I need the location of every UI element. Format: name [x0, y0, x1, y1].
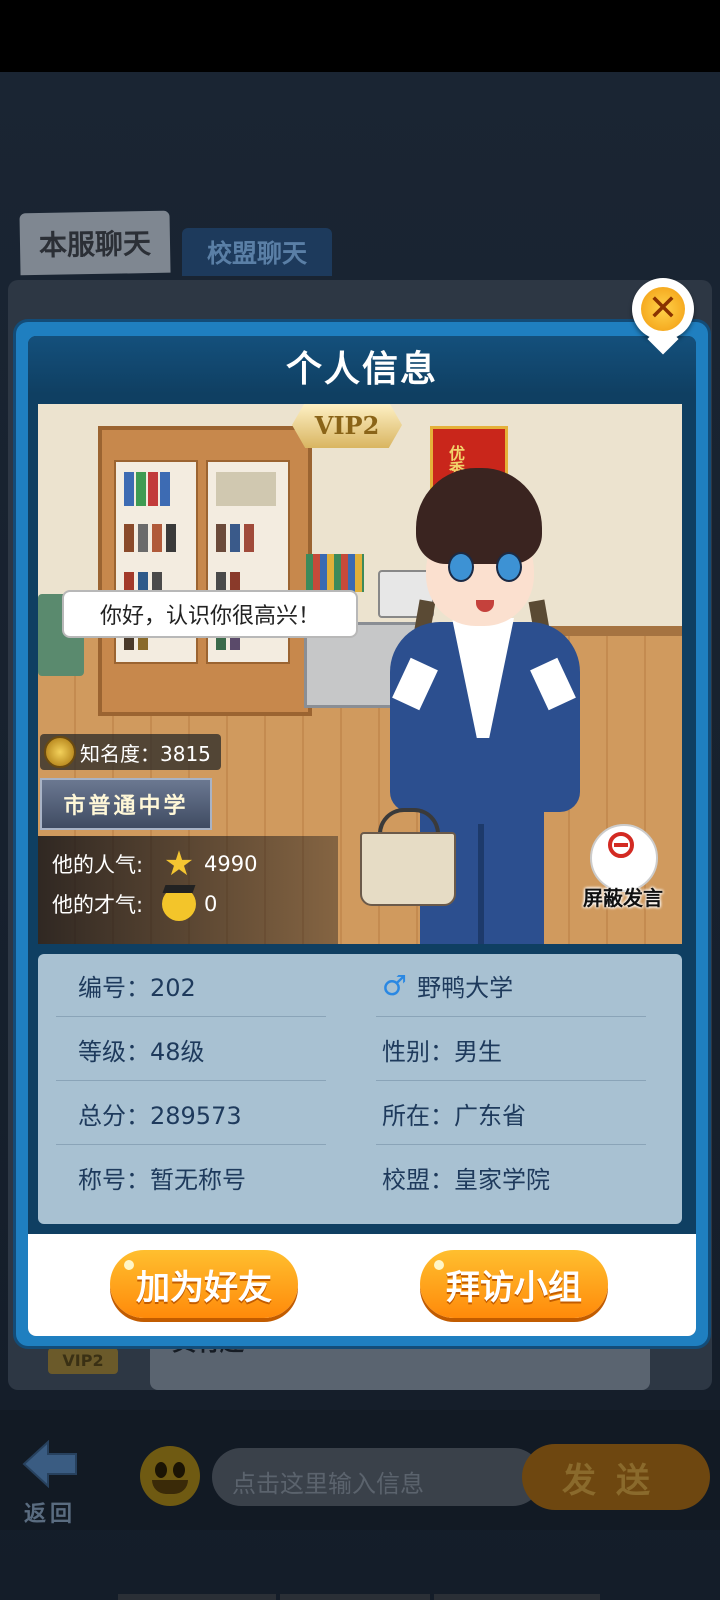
lunch-bag	[360, 832, 456, 906]
talent-row: 他的才气: 0	[52, 884, 217, 924]
fame-label: 知名度：3815	[80, 741, 211, 766]
back-label: 返回	[24, 1502, 77, 1527]
book	[244, 524, 254, 552]
nav-indicator-left	[118, 1594, 276, 1600]
divider	[376, 1016, 646, 1017]
nav-indicator-center	[280, 1594, 430, 1600]
info-university: ♂ 野鸭大学	[382, 954, 662, 1016]
medal-icon	[44, 736, 76, 768]
emoji-eye-right	[173, 1462, 185, 1478]
university-name: 野鸭大学	[417, 973, 514, 1002]
fame-badge: 知名度：3815	[40, 734, 221, 770]
divider	[376, 1080, 646, 1081]
chat-input-placeholder: 点击这里输入信息	[232, 1470, 424, 1498]
info-level: 等级：48级	[78, 1037, 205, 1066]
info-title: 称号：暂无称号	[78, 1165, 246, 1194]
character-eye-right	[496, 552, 522, 582]
book	[152, 524, 162, 552]
tab-alliance-chat[interactable]: 校盟聊天	[182, 228, 332, 276]
book	[216, 524, 226, 552]
male-gender-icon: ♂	[382, 968, 408, 1002]
visit-group-button[interactable]: 拜访小组	[420, 1250, 608, 1318]
send-button[interactable]: 发送	[522, 1444, 710, 1510]
nav-indicator-right	[434, 1594, 600, 1600]
school-plate: 市普通中学	[40, 778, 212, 830]
close-icon: ✕	[641, 287, 685, 331]
info-location: 所在：广东省	[382, 1101, 526, 1130]
block-chat-label: 屏蔽发言	[583, 886, 663, 910]
info-id: 编号：202	[78, 973, 196, 1002]
desk-books	[306, 554, 364, 592]
chat-vip-badge: VIP2	[48, 1348, 118, 1374]
book	[160, 472, 170, 506]
status-bar	[0, 0, 720, 72]
info-score: 总分：289573	[78, 1101, 242, 1130]
close-button[interactable]: ✕	[632, 278, 694, 340]
back-button[interactable]: 返回	[18, 1440, 82, 1530]
emoji-eye-left	[155, 1462, 167, 1478]
emoji-button[interactable]	[140, 1446, 200, 1506]
dialog-title: 个人信息	[285, 349, 438, 390]
book-stack	[216, 472, 276, 506]
talent-label: 他的才气:	[52, 893, 144, 917]
pants-seam	[478, 824, 484, 944]
book	[124, 524, 134, 552]
book	[230, 524, 240, 552]
profile-scene: 优秀 VIP2 你好，认识你很高兴！ 知名度：3815 市普通中学 他的人气: …	[38, 404, 682, 944]
book	[138, 524, 148, 552]
info-panel: 编号：202 ♂ 野鸭大学 等级：48级 性别：男生 总分：289573 所在：…	[38, 954, 682, 1224]
book	[136, 472, 146, 506]
prohibited-icon	[608, 832, 634, 858]
popularity-row: 他的人气: ★ 4990	[52, 844, 257, 884]
speech-bubble: 你好，认识你很高兴！	[62, 590, 358, 638]
block-chat-button[interactable]: 屏蔽发言	[568, 824, 678, 914]
book	[148, 472, 158, 506]
book	[124, 472, 134, 506]
vip-badge: VIP2	[292, 404, 402, 448]
popularity-value: 4990	[204, 852, 258, 876]
popularity-label: 他的人气:	[52, 853, 144, 877]
star-icon: ★	[163, 844, 195, 884]
back-arrow-icon	[22, 1440, 77, 1488]
bookshelf	[98, 426, 312, 716]
info-gender: 性别：男生	[382, 1037, 502, 1066]
divider	[56, 1144, 326, 1145]
character-eye-left	[448, 552, 474, 582]
graduation-cap-icon	[162, 887, 196, 921]
divider	[56, 1016, 326, 1017]
divider	[56, 1080, 326, 1081]
info-alliance: 校盟：皇家学院	[382, 1165, 550, 1194]
book	[166, 524, 176, 552]
talent-value: 0	[204, 892, 218, 916]
add-friend-button[interactable]: 加为好友	[110, 1250, 298, 1318]
divider	[376, 1144, 646, 1145]
tab-server-chat[interactable]: 本服聊天	[19, 210, 171, 276]
